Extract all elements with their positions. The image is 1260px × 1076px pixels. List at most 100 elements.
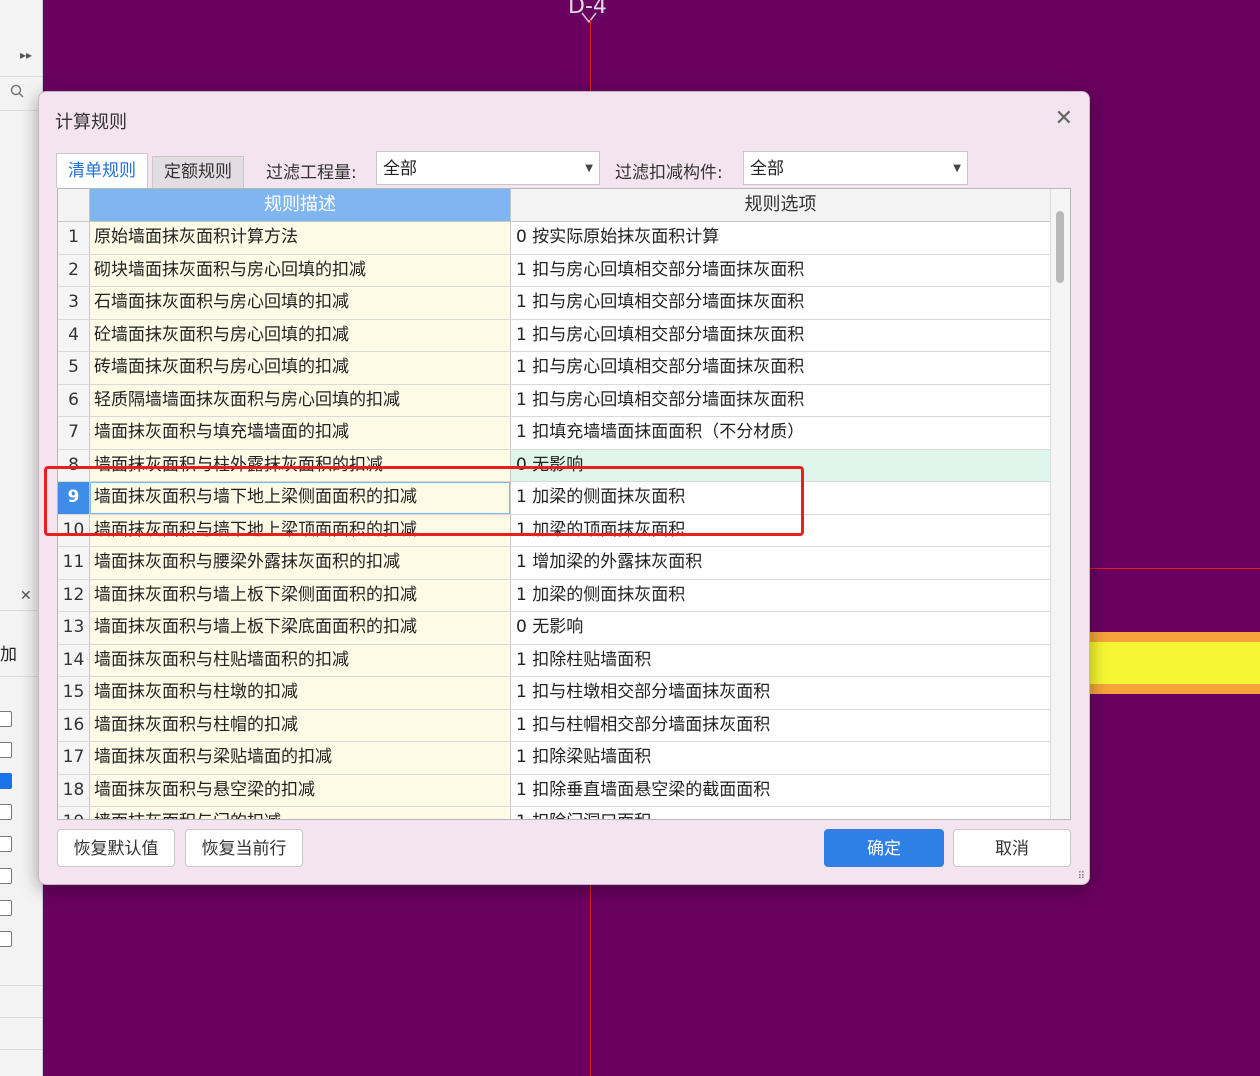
scrollbar-thumb[interactable]	[1056, 211, 1064, 283]
rule-option[interactable]: 1 扣与房心回填相交部分墙面抹灰面积	[511, 319, 1051, 351]
rule-option[interactable]: 1 扣与柱帽相交部分墙面抹灰面积	[511, 709, 1051, 741]
table-row[interactable]: 9 墙面抹灰面积与墙下地上梁侧面面积的扣减 1 加梁的侧面抹灰面积	[58, 482, 1051, 515]
filter-quantity-label: 过滤工程量:	[266, 163, 357, 183]
rule-option[interactable]: 0 无影响	[511, 612, 1051, 644]
rule-option[interactable]: 1 扣与房心回填相交部分墙面抹灰面积	[511, 352, 1051, 384]
checkbox[interactable]	[0, 742, 12, 758]
row-index: 12	[58, 579, 90, 611]
ok-button[interactable]: 确定	[824, 829, 944, 867]
rule-description[interactable]: 轻质隔墙墙面抹灰面积与房心回填的扣减	[90, 384, 511, 416]
rule-option[interactable]: 1 扣除门洞口面积	[511, 807, 1051, 819]
row-index: 13	[58, 612, 90, 644]
filter-deduction-label: 过滤扣减构件:	[615, 163, 723, 183]
rule-option[interactable]: 1 增加梁的外露抹灰面积	[511, 547, 1051, 579]
row-index: 5	[58, 352, 90, 384]
row-index: 4	[58, 319, 90, 351]
restore-default-button[interactable]: 恢复默认值	[57, 829, 175, 867]
table-row[interactable]: 12 墙面抹灰面积与墙上板下梁侧面面积的扣减 1 加梁的侧面抹灰面积	[58, 579, 1051, 612]
rule-option[interactable]: 1 扣除柱贴墙面积	[511, 644, 1051, 676]
cancel-button[interactable]: 取消	[953, 829, 1071, 867]
table-row[interactable]: 14 墙面抹灰面积与柱贴墙面积的扣减 1 扣除柱贴墙面积	[58, 644, 1051, 677]
table-row[interactable]: 6 轻质隔墙墙面抹灰面积与房心回填的扣减 1 扣与房心回填相交部分墙面抹灰面积	[58, 384, 1051, 417]
resize-grip-icon[interactable]: ⠿	[1078, 871, 1085, 882]
header-description[interactable]: 规则描述	[90, 189, 511, 221]
rule-description[interactable]: 墙面抹灰面积与墙下地上梁顶面面积的扣减	[90, 514, 511, 546]
table-row[interactable]: 10 墙面抹灰面积与墙下地上梁顶面面积的扣减 1 加梁的顶面抹灰面积	[58, 514, 1051, 547]
header-options[interactable]: 规则选项	[511, 189, 1050, 221]
rule-option[interactable]: 1 加梁的顶面抹灰面积	[511, 514, 1051, 546]
filter-deduction-value: 全部	[750, 159, 784, 179]
table-row[interactable]: 19墙面抹灰面积与门的扣减1 扣除门洞口面积	[58, 807, 1051, 819]
rule-description[interactable]: 墙面抹灰面积与墙上板下梁侧面面积的扣减	[90, 579, 511, 611]
rule-description[interactable]: 墙面抹灰面积与柱墩的扣减	[90, 677, 511, 709]
rule-description[interactable]: 砖墙面抹灰面积与房心回填的扣减	[90, 352, 511, 384]
rule-option[interactable]: 1 扣与房心回填相交部分墙面抹灰面积	[511, 287, 1051, 319]
table-row[interactable]: 3 石墙面抹灰面积与房心回填的扣减 1 扣与房心回填相交部分墙面抹灰面积	[58, 287, 1051, 320]
rule-description[interactable]: 墙面抹灰面积与墙下地上梁侧面面积的扣减	[90, 482, 511, 514]
vertical-scrollbar[interactable]	[1050, 189, 1070, 819]
table-row[interactable]: 8 墙面抹灰面积与柱外露抹灰面积的扣减 0 无影响	[58, 449, 1051, 482]
table-row[interactable]: 17 墙面抹灰面积与梁贴墙面的扣减 1 扣除梁贴墙面积	[58, 742, 1051, 775]
restore-current-row-button[interactable]: 恢复当前行	[185, 829, 303, 867]
rule-option[interactable]: 1 加梁的侧面抹灰面积	[511, 579, 1051, 611]
checkbox[interactable]	[0, 931, 12, 947]
tab-quota-rules[interactable]: 定额规则	[152, 156, 244, 188]
table-row[interactable]: 13 墙面抹灰面积与墙上板下梁底面面积的扣减 0 无影响	[58, 612, 1051, 645]
rule-option[interactable]: 1 扣除垂直墙面悬空梁的截面面积	[511, 774, 1051, 806]
row-index: 11	[58, 547, 90, 579]
table-row[interactable]: 18 墙面抹灰面积与悬空梁的扣减 1 扣除垂直墙面悬空梁的截面面积	[58, 774, 1051, 807]
rule-option[interactable]: 1 扣除梁贴墙面积	[511, 742, 1051, 774]
checkbox[interactable]	[0, 711, 12, 727]
rule-option[interactable]: 1 扣填充墙墙面抹面面积（不分材质）	[511, 417, 1051, 449]
rule-option[interactable]: 1 加梁的侧面抹灰面积	[511, 482, 1051, 514]
table-row[interactable]: 2 砌块墙面抹灰面积与房心回填的扣减 1 扣与房心回填相交部分墙面抹灰面积	[58, 254, 1051, 287]
table-row[interactable]: 1 原始墙面抹灰面积计算方法 0 按实际原始抹灰面积计算	[58, 222, 1051, 255]
table-row[interactable]: 5 砖墙面抹灰面积与房心回填的扣减 1 扣与房心回填相交部分墙面抹灰面积	[58, 352, 1051, 385]
rule-description[interactable]: 砼墙面抹灰面积与房心回填的扣减	[90, 319, 511, 351]
row-index: 19	[58, 807, 90, 819]
row-index: 6	[58, 384, 90, 416]
checkbox[interactable]	[0, 900, 12, 916]
rule-description[interactable]: 墙面抹灰面积与柱帽的扣减	[90, 709, 511, 741]
close-icon[interactable]: ✕	[1055, 106, 1073, 131]
rule-description[interactable]: 墙面抹灰面积与门的扣减	[90, 807, 511, 819]
left-panel-row	[0, 76, 42, 111]
rule-description[interactable]: 石墙面抹灰面积与房心回填的扣减	[90, 287, 511, 319]
close-icon[interactable]: ✕	[20, 588, 32, 604]
left-panel: ▸▸ ✕ 加	[0, 0, 43, 1076]
checkbox[interactable]	[0, 804, 12, 820]
rule-description[interactable]: 墙面抹灰面积与墙上板下梁底面面积的扣减	[90, 612, 511, 644]
search-icon[interactable]	[10, 84, 24, 101]
filter-quantity-select[interactable]: 全部 ▼	[376, 151, 600, 185]
rule-description[interactable]: 墙面抹灰面积与填充墙墙面的扣减	[90, 417, 511, 449]
rule-description[interactable]: 墙面抹灰面积与腰梁外露抹灰面积的扣减	[90, 547, 511, 579]
rule-description[interactable]: 墙面抹灰面积与梁贴墙面的扣减	[90, 742, 511, 774]
row-index: 3	[58, 287, 90, 319]
beam-element-inner	[1088, 642, 1260, 684]
rule-description[interactable]: 原始墙面抹灰面积计算方法	[90, 222, 511, 254]
checkbox-checked[interactable]	[0, 773, 12, 789]
table-row[interactable]: 11 墙面抹灰面积与腰梁外露抹灰面积的扣减 1 增加梁的外露抹灰面积	[58, 547, 1051, 580]
checkbox[interactable]	[0, 836, 12, 852]
rule-option[interactable]: 0 无影响	[511, 449, 1051, 481]
rule-option[interactable]: 0 按实际原始抹灰面积计算	[511, 222, 1051, 254]
table-row[interactable]: 16 墙面抹灰面积与柱帽的扣减 1 扣与柱帽相交部分墙面抹灰面积	[58, 709, 1051, 742]
expand-icon[interactable]: ▸▸	[20, 48, 32, 62]
rule-description[interactable]: 墙面抹灰面积与悬空梁的扣减	[90, 774, 511, 806]
row-index: 2	[58, 254, 90, 286]
header-index	[58, 189, 90, 221]
table-row[interactable]: 15 墙面抹灰面积与柱墩的扣减 1 扣与柱墩相交部分墙面抹灰面积	[58, 677, 1051, 710]
rule-option[interactable]: 1 扣与房心回填相交部分墙面抹灰面积	[511, 254, 1051, 286]
rule-description[interactable]: 墙面抹灰面积与柱外露抹灰面积的扣减	[90, 449, 511, 481]
filter-deduction-select[interactable]: 全部 ▼	[743, 151, 968, 185]
rule-description[interactable]: 墙面抹灰面积与柱贴墙面积的扣减	[90, 644, 511, 676]
row-index: 1	[58, 222, 90, 254]
checkbox[interactable]	[0, 868, 12, 884]
table-row[interactable]: 7 墙面抹灰面积与填充墙墙面的扣减 1 扣填充墙墙面抹面面积（不分材质）	[58, 417, 1051, 450]
row-index: 17	[58, 742, 90, 774]
rule-option[interactable]: 1 扣与柱墩相交部分墙面抹灰面积	[511, 677, 1051, 709]
tab-list-rules[interactable]: 清单规则	[56, 153, 148, 188]
table-row[interactable]: 4 砼墙面抹灰面积与房心回填的扣减 1 扣与房心回填相交部分墙面抹灰面积	[58, 319, 1051, 352]
rule-option[interactable]: 1 扣与房心回填相交部分墙面抹灰面积	[511, 384, 1051, 416]
rule-description[interactable]: 砌块墙面抹灰面积与房心回填的扣减	[90, 254, 511, 286]
